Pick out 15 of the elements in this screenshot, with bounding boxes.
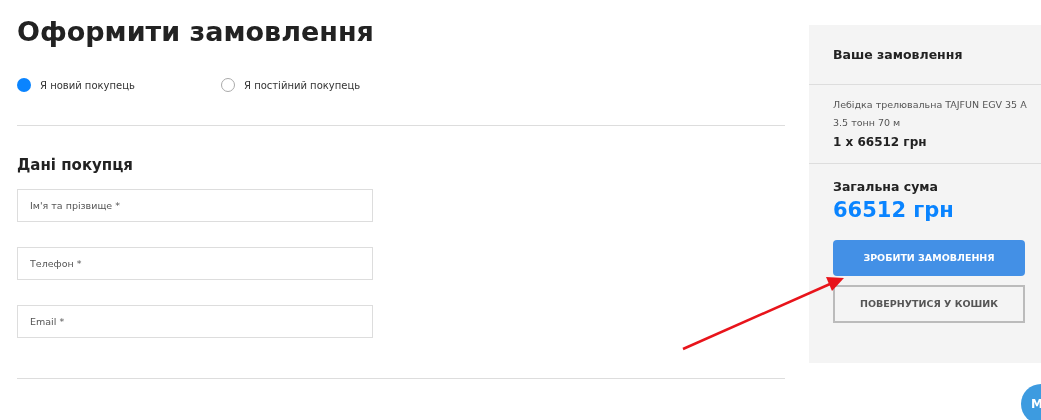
radio-option[interactable]: Я постійний покупець xyxy=(221,77,425,93)
input-field[interactable]: Email * xyxy=(17,305,373,338)
order-title: Ваше замовлення xyxy=(809,25,1041,85)
input-field[interactable]: Ім'я та прізвище * xyxy=(17,189,373,222)
radio-icon xyxy=(17,78,31,92)
page-title: Оформити замовлення xyxy=(17,15,375,49)
product-name: Лебідка трелювальна TAJFUN EGV 35 A 3.5 тонн 70 м xyxy=(833,98,1028,130)
section-title: Дані покупця xyxy=(17,155,134,176)
input-field[interactable]: Телефон * xyxy=(17,247,373,280)
total-label: Загальна сума xyxy=(833,178,939,196)
radio-option[interactable]: Я новий покупець xyxy=(17,77,221,93)
product-price: 1 x 66512 грн xyxy=(833,134,928,151)
total-amount: 66512 грн xyxy=(833,197,955,224)
radio-icon xyxy=(221,78,235,92)
back-to-cart-button[interactable]: ПОВЕРНУТИСЯ У КОШИК xyxy=(833,285,1025,323)
